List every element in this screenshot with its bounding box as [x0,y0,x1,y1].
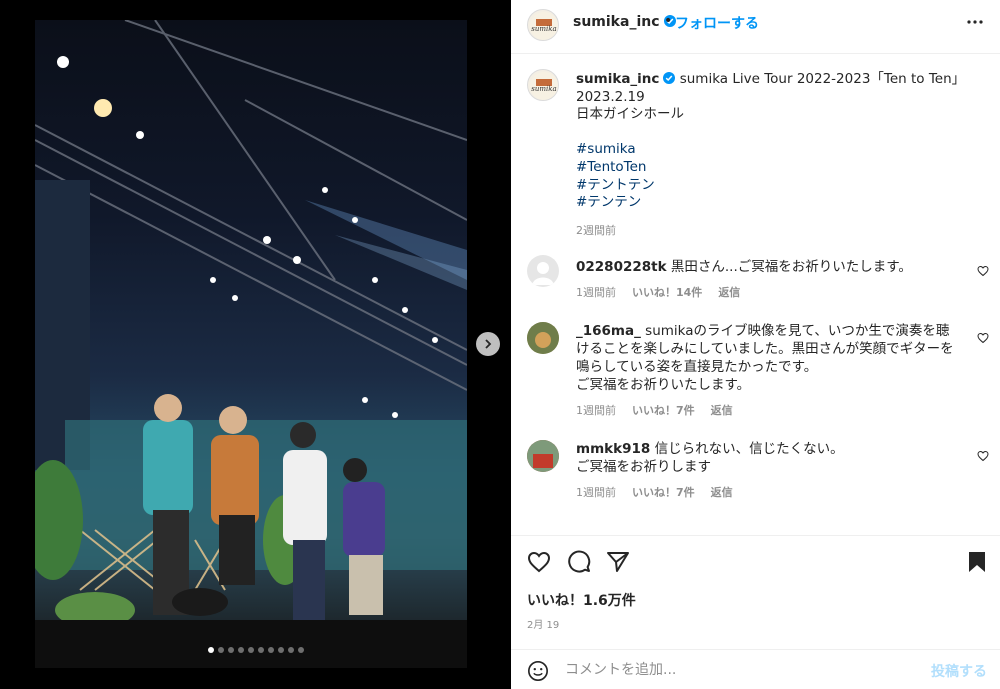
svg-text:sumika: sumika [531,25,556,33]
post-caption: sumika_inc sumika Live Tour 2022-2023「Te… [576,71,976,239]
commenter-avatar[interactable] [527,255,559,287]
caption-author-avatar[interactable]: sumika [527,69,559,101]
carousel-dot [207,647,214,653]
hashtag-link[interactable]: #TentoTen [576,159,976,177]
comment-input[interactable] [565,658,905,682]
emoji-icon[interactable] [527,660,549,682]
caption-line-title: sumika Live Tour 2022-2023「Ten to Ten」 [679,71,966,87]
commenter-username[interactable]: _166ma_ [576,323,641,339]
post-header: sumika sumika_inc • フォローする [511,0,1000,54]
comment-icon[interactable] [567,550,591,574]
comment-time[interactable]: 1週間前 [576,402,616,418]
commenter-username[interactable]: mmkk918 [576,441,650,457]
author-avatar[interactable]: sumika [527,9,559,41]
comment-text: 黒田さん...ご冥福をお祈りいたします。 [670,259,912,275]
comment-likes[interactable]: いいね！14件 [632,284,702,300]
chevron-right-icon [485,339,492,349]
carousel-dot [267,647,274,653]
post-comment-button[interactable]: 投稿する [931,661,987,681]
sumika-logo-icon: sumika [530,72,558,100]
follow-button[interactable]: フォローする [675,13,759,33]
commenter-avatar[interactable] [527,440,559,472]
carousel-dot [257,647,264,653]
next-slide-button[interactable] [476,332,500,356]
comment-time[interactable]: 1週間前 [576,284,616,300]
carousel-dot [297,647,304,653]
default-avatar-icon [532,262,554,285]
post-date[interactable]: 2月 19 [527,616,559,631]
author-username[interactable]: sumika_inc [573,14,676,30]
comment-text-continued: ご冥福をお祈りします [576,459,711,475]
comment-likes[interactable]: いいね！7件 [632,484,695,500]
verified-badge-icon [663,72,676,84]
heart-icon[interactable] [977,450,989,462]
carousel-dot [237,647,244,653]
hashtag-link[interactable]: #テントテン [576,177,976,195]
like-heart-icon[interactable] [527,550,551,574]
comment-item: _166ma_ sumikaのライブ映像を見て、いつか生で演奏を聴けることを楽し… [511,322,1000,432]
post-side-panel: sumika sumika_inc • フォローする sumika sumika… [511,0,1000,689]
caption-line-venue: 日本ガイシホール [576,106,684,123]
carousel-dot [227,647,234,653]
heart-icon[interactable] [977,265,989,277]
comment-meta: 1週間前 いいね！14件 返信 [576,284,740,300]
reply-button[interactable]: 返信 [718,284,740,300]
comment-body: 02280228tk 黒田さん...ご冥福をお祈りいたします。 [576,258,961,276]
carousel-dot [247,647,254,653]
commenter-avatar[interactable] [527,322,559,354]
comment-item: mmkk918 信じられない、信じたくない。 ご冥福をお祈りします 1週間前 い… [511,440,1000,500]
comment-time[interactable]: 1週間前 [576,484,616,500]
comment-body: _166ma_ sumikaのライブ映像を見て、いつか生で演奏を聴けることを楽し… [576,322,961,394]
comments-scroll-area[interactable]: sumika sumika_inc sumika Live Tour 2022-… [511,55,1000,535]
caption-line-date: 2023.2.19 [576,88,645,105]
carousel-indicator [0,647,511,653]
hashtag-link[interactable]: #テンテン [576,194,976,212]
sumika-logo-icon: sumika [530,12,558,40]
caption-timestamp[interactable]: 2週間前 [576,222,976,240]
comment-body: mmkk918 信じられない、信じたくない。 ご冥福をお祈りします [576,440,961,476]
svg-text:sumika: sumika [531,85,556,93]
post-photo [35,20,467,668]
media-panel [0,0,511,689]
user-photo-icon [527,322,559,354]
post-actions: いいね！1.6万件 2月 19 [511,535,1000,640]
comment-likes[interactable]: いいね！7件 [632,402,695,418]
reply-button[interactable]: 返信 [711,402,733,418]
user-photo-icon [527,440,559,472]
comment-text-continued: ご冥福をお祈りいたします。 [576,377,751,393]
bookmark-icon[interactable] [965,550,989,574]
caption-username[interactable]: sumika_inc [576,71,659,87]
comment-composer: 投稿する [511,649,1000,689]
carousel-dot [287,647,294,653]
concert-stage-illustration [35,20,467,668]
comment-meta: 1週間前 いいね！7件 返信 [576,484,733,500]
hashtag-link[interactable]: #sumika [576,141,976,159]
comment-meta: 1週間前 いいね！7件 返信 [576,402,733,418]
more-options-icon[interactable] [965,12,985,32]
carousel-dot [277,647,284,653]
likes-count[interactable]: いいね！1.6万件 [527,590,636,610]
header-separator: • [664,13,673,29]
comment-item: 02280228tk 黒田さん...ご冥福をお祈りいたします。 1週間前 いいね… [511,255,1000,315]
heart-icon[interactable] [977,332,989,344]
share-icon[interactable] [606,550,630,574]
comment-text: 信じられない、信じたくない。 [654,441,844,457]
commenter-username[interactable]: 02280228tk [576,259,667,275]
reply-button[interactable]: 返信 [711,484,733,500]
carousel-dot [217,647,224,653]
